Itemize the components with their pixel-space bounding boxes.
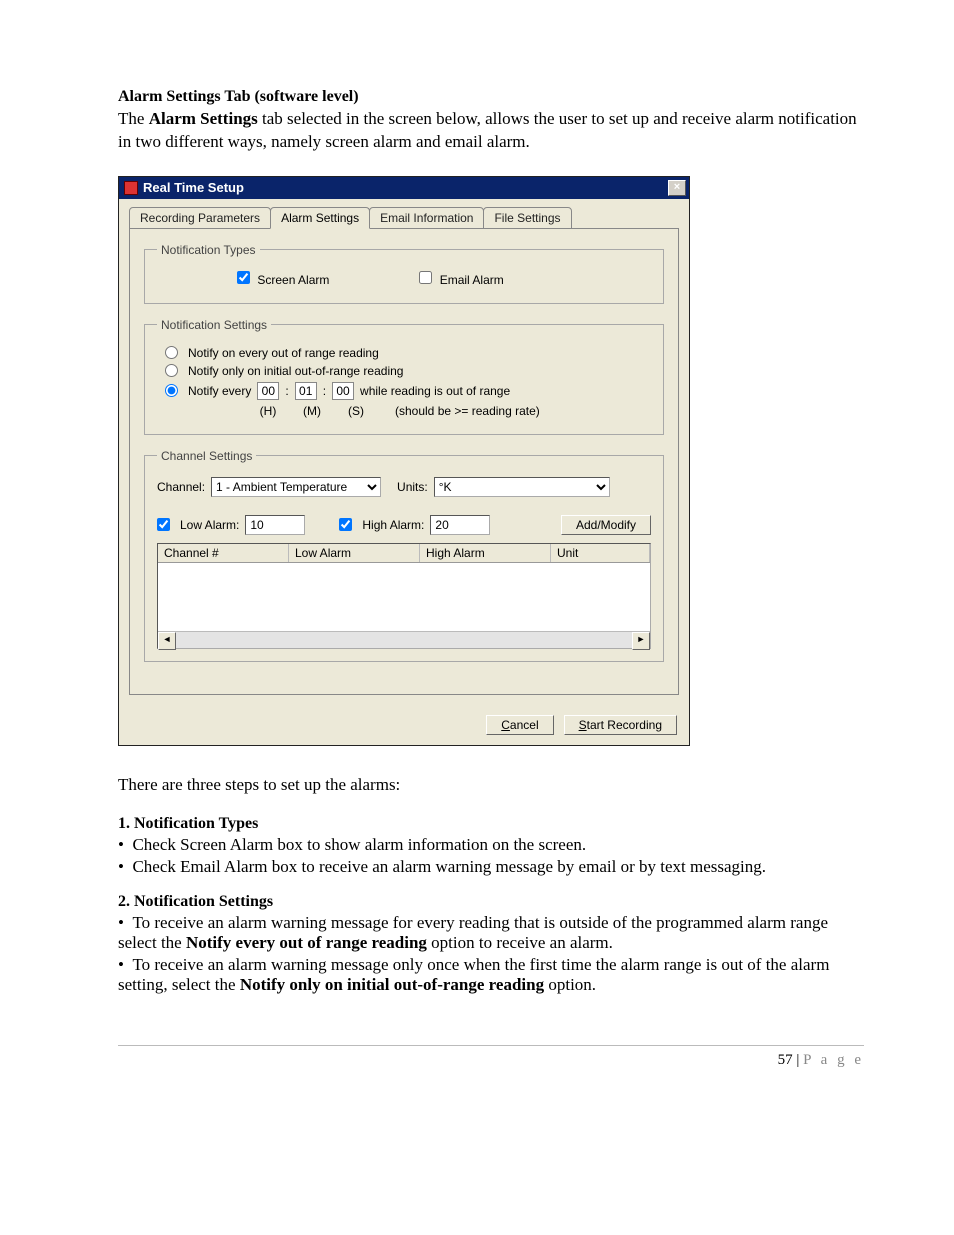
group-notification-types: Notification Types Screen Alarm Email Al… [144,243,664,304]
col-high-alarm[interactable]: High Alarm [420,544,551,562]
label-m: (M) [297,404,327,418]
dialog-title: Real Time Setup [143,180,668,195]
page-sep: | [793,1052,804,1068]
step1-bullet1: • Check Screen Alarm box to show alarm i… [118,835,864,855]
legend-channel-settings: Channel Settings [157,449,256,463]
step1-heading: 1. Notification Types [118,815,864,833]
alarm-table: Channel # Low Alarm High Alarm Unit ◄ ► [157,543,651,649]
dialog-titlebar: Real Time Setup × [119,177,689,199]
start-recording-button[interactable]: Start Recording [564,715,677,735]
high-alarm-label: High Alarm: [362,518,424,532]
cancel-mnemonic: C [501,718,510,732]
channel-label: Channel: [157,480,205,494]
horizontal-scrollbar[interactable]: ◄ ► [158,631,650,648]
interval-minutes-input[interactable] [295,382,317,400]
checkbox-email-alarm-label[interactable]: Email Alarm [419,271,503,287]
cancel-button[interactable]: Cancel [486,715,553,735]
checkbox-screen-alarm-label[interactable]: Screen Alarm [237,271,329,287]
page-word: P a g e [803,1052,864,1068]
scroll-right-icon[interactable]: ► [632,632,650,650]
intro-bold: Alarm Settings [149,109,258,128]
checkbox-high-alarm[interactable] [339,518,352,531]
interval-hint: (should be >= reading rate) [395,404,540,418]
radio-every-reading-label: Notify on every out of range reading [188,346,379,360]
step2-bullet2: • To receive an alarm warning message on… [118,955,864,995]
intro-text-1: The [118,109,149,128]
radio-interval-pre: Notify every [188,384,251,398]
cancel-rest: ancel [510,718,539,732]
col-channel-number[interactable]: Channel # [158,544,289,562]
step1-bullet2-text: Check Email Alarm box to receive an alar… [132,857,766,876]
app-icon [124,181,138,195]
radio-interval[interactable] [165,384,178,397]
label-s: (S) [341,404,371,418]
close-icon[interactable]: × [668,180,686,196]
col-low-alarm[interactable]: Low Alarm [289,544,420,562]
tab-recording-parameters[interactable]: Recording Parameters [129,207,271,229]
interval-hours-input[interactable] [257,382,279,400]
s2p1b: Notify every out of range reading [186,933,427,952]
tab-email-information[interactable]: Email Information [369,207,484,229]
low-alarm-input[interactable] [245,515,305,535]
units-select[interactable]: °K [434,477,610,497]
interval-seconds-input[interactable] [332,382,354,400]
radio-interval-post: while reading is out of range [360,384,510,398]
radio-initial-reading[interactable] [165,364,178,377]
alarm-table-body [158,563,650,625]
intro-paragraph: The Alarm Settings tab selected in the s… [118,108,864,154]
step1-bullet1-text: Check Screen Alarm box to show alarm inf… [132,835,586,854]
tab-strip: Recording Parameters Alarm Settings Emai… [129,207,679,229]
group-channel-settings: Channel Settings Channel: 1 - Ambient Te… [144,449,664,662]
legend-notification-types: Notification Types [157,243,260,257]
step2-heading: 2. Notification Settings [118,893,864,911]
label-h: (H) [253,404,283,418]
legend-notification-settings: Notification Settings [157,318,271,332]
checkbox-email-alarm[interactable] [419,271,432,284]
low-alarm-label: Low Alarm: [180,518,239,532]
start-rest: tart Recording [587,718,662,732]
tab-alarm-settings[interactable]: Alarm Settings [270,207,370,229]
page-number: 57 | P a g e [118,1052,864,1069]
s2p1c: option to receive an alarm. [427,933,613,952]
alarm-table-header: Channel # Low Alarm High Alarm Unit [158,544,650,563]
checkbox-screen-alarm[interactable] [237,271,250,284]
step2-bullet1: • To receive an alarm warning message fo… [118,913,864,953]
footer-divider [118,1045,864,1046]
start-mnemonic: S [579,718,587,732]
units-label: Units: [397,480,428,494]
add-modify-button[interactable]: Add/Modify [561,515,651,535]
radio-initial-reading-label: Notify only on initial out-of-range read… [188,364,403,378]
step1-bullet2: • Check Email Alarm box to receive an al… [118,857,864,877]
email-alarm-text: Email Alarm [440,273,504,287]
screen-alarm-text: Screen Alarm [257,273,329,287]
checkbox-low-alarm[interactable] [157,518,170,531]
group-notification-settings: Notification Settings Notify on every ou… [144,318,664,435]
s2p2b: Notify only on initial out-of-range read… [240,975,544,994]
section-heading: Alarm Settings Tab (software level) [118,88,864,106]
tab-file-settings[interactable]: File Settings [483,207,571,229]
dialog-real-time-setup: Real Time Setup × Recording Parameters A… [118,176,690,746]
after-dialog-text: There are three steps to set up the alar… [118,774,864,797]
s2p2c: option. [544,975,596,994]
high-alarm-input[interactable] [430,515,490,535]
col-unit[interactable]: Unit [551,544,650,562]
page-number-value: 57 [778,1052,793,1068]
channel-select[interactable]: 1 - Ambient Temperature [211,477,381,497]
scroll-left-icon[interactable]: ◄ [158,632,176,650]
radio-every-reading[interactable] [165,346,178,359]
